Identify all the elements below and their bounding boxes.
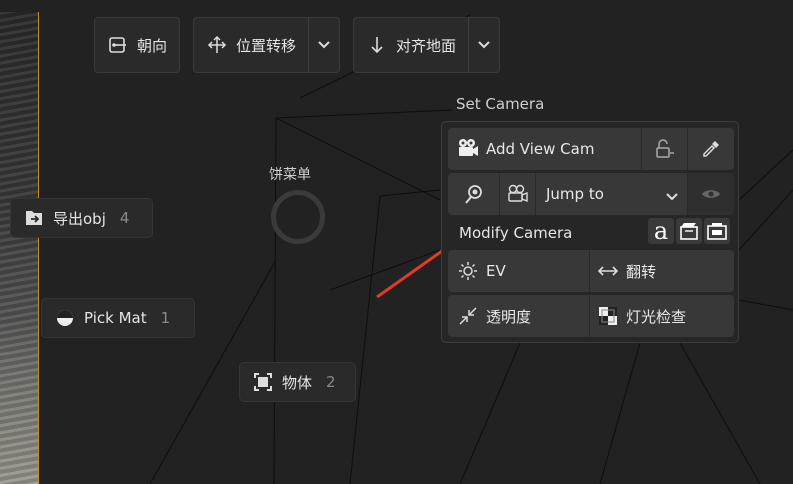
pie-item-shortcut: 1 [160, 309, 171, 327]
pie-item-shortcut: 2 [326, 373, 336, 391]
flip-button[interactable]: 翻转 [590, 250, 734, 292]
add-view-cam-row: Add View Cam [448, 128, 734, 170]
view-camera-button[interactable] [448, 173, 500, 215]
export-icon [23, 207, 45, 229]
pie-item-export-obj[interactable]: 导出obj 4 [10, 198, 153, 238]
align-ground-label: 对齐地面 [396, 36, 457, 55]
light-check-button[interactable]: 灯光检查 [590, 295, 734, 337]
unlock-icon [653, 137, 677, 161]
horizontal-arrows-icon [596, 259, 620, 283]
pie-item-label: Pick Mat [84, 309, 147, 327]
eye-icon [699, 182, 723, 206]
pie-item-label: 物体 [282, 373, 313, 392]
ev-label: EV [486, 262, 506, 280]
eyedropper-button[interactable] [688, 128, 734, 170]
visibility-button[interactable] [688, 173, 734, 215]
film-clapper-button[interactable] [676, 218, 702, 244]
jump-to-label: Jump to [546, 185, 604, 203]
transparency-label: 透明度 [486, 307, 532, 326]
orient-icon [107, 34, 129, 56]
panel-title: Set Camera [456, 95, 545, 113]
move-dropdown-button[interactable] [308, 18, 339, 72]
align-dropdown-button[interactable] [468, 18, 499, 72]
eyedropper-icon [699, 137, 723, 161]
material-icon [54, 307, 76, 329]
pie-menu-title: 饼菜单 [269, 167, 311, 183]
transparency-button[interactable]: 透明度 [448, 295, 590, 337]
pie-item-shortcut: 4 [119, 209, 130, 227]
letter-a-icon: a [653, 217, 669, 245]
move-icon [206, 34, 228, 56]
checker-icon [596, 304, 620, 328]
magnifier-camera-icon [462, 182, 486, 206]
chevron-down-icon [318, 41, 330, 49]
set-camera-panel: Add View Cam Jump to Modify Camera a EV … [441, 121, 739, 343]
movie-camera-icon [456, 137, 480, 161]
jump-to-dropdown[interactable]: Jump to [536, 173, 688, 215]
add-view-cam-label: Add View Cam [486, 140, 595, 158]
pie-item-pick-mat[interactable]: Pick Mat 1 [41, 298, 195, 338]
chevron-down-icon [665, 188, 679, 206]
modify-camera-label: Modify Camera [459, 224, 573, 242]
pie-item-object[interactable]: 物体 2 [239, 362, 356, 402]
viewport[interactable]: 朝向 位置转移 对齐地面 饼菜单 导出obj 4 Pick Mat 1 物体 2… [0, 0, 793, 484]
object-icon [252, 371, 274, 393]
jump-to-row: Jump to [448, 173, 734, 215]
chevron-down-icon [478, 41, 490, 49]
add-view-cam-button[interactable]: Add View Cam [448, 128, 642, 170]
move-button[interactable]: 位置转移 [193, 17, 340, 73]
ev-button[interactable]: EV [448, 250, 590, 292]
transparency-light-row: 透明度 灯光检查 [448, 295, 734, 337]
unlock-button[interactable] [642, 128, 688, 170]
arrow-down-icon [366, 34, 388, 56]
align-ground-button[interactable]: 对齐地面 [353, 17, 500, 73]
orient-label: 朝向 [137, 36, 168, 55]
orient-button[interactable]: 朝向 [94, 17, 180, 73]
camera-select-button[interactable] [500, 173, 536, 215]
shrink-arrows-icon [456, 304, 480, 328]
flip-label: 翻转 [626, 262, 657, 281]
pie-menu-center [271, 190, 325, 244]
camera-body-icon [707, 223, 727, 240]
ev-flip-row: EV 翻转 [448, 250, 734, 292]
outline-camera-icon [506, 182, 530, 206]
text-a-button[interactable]: a [648, 218, 674, 244]
pie-item-label: 导出obj [53, 209, 106, 228]
sun-icon [456, 259, 480, 283]
move-label: 位置转移 [236, 36, 297, 55]
clapper-icon [680, 223, 698, 240]
viewport-photo-strip [0, 12, 39, 484]
camera-body-button[interactable] [704, 218, 730, 244]
light-check-label: 灯光检查 [626, 307, 687, 326]
